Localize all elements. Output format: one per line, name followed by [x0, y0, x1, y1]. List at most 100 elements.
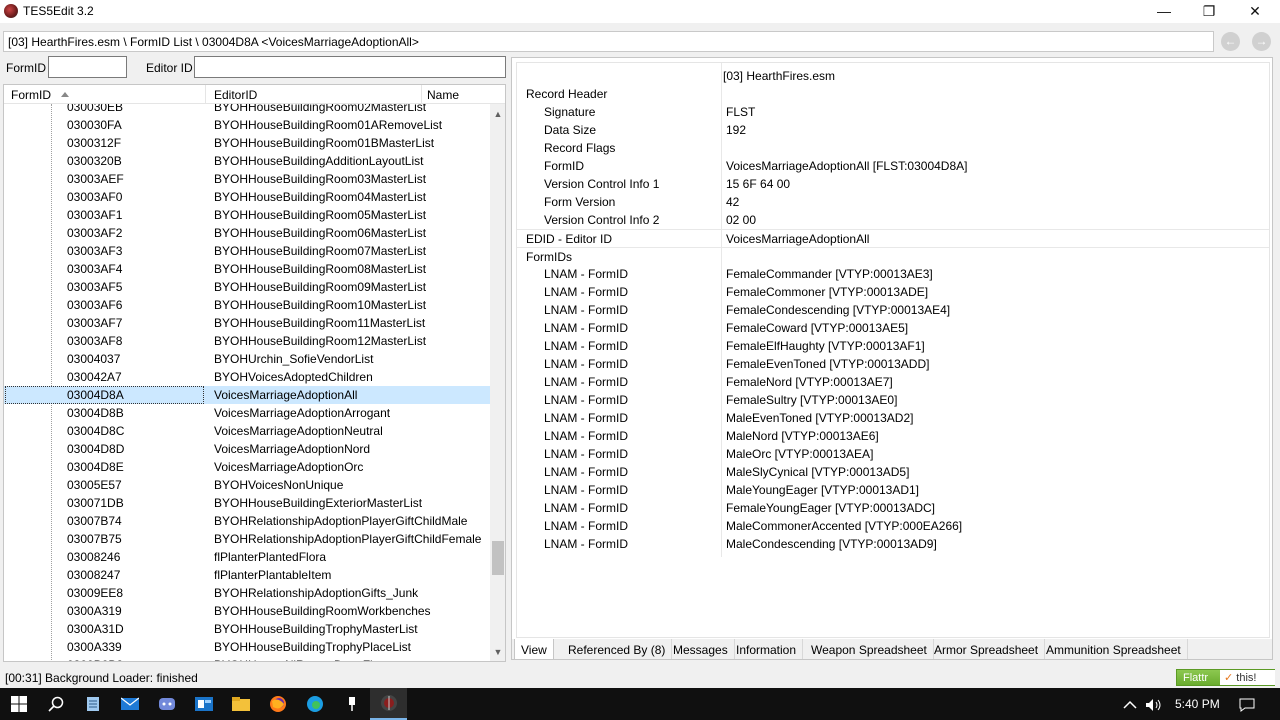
- record-path[interactable]: [03] HearthFires.esm \ FormID List \ 030…: [3, 31, 1214, 52]
- table-row[interactable]: 03003AF7 BYOHHouseBuildingRoom11MasterLis…: [4, 314, 490, 332]
- table-row[interactable]: 0300B0B2 BYOHHouseAllRoomsDoneFlag: [4, 656, 490, 661]
- notepad-icon[interactable]: [74, 688, 111, 720]
- column-header-formid[interactable]: FormID: [11, 88, 51, 102]
- forward-button[interactable]: →: [1252, 32, 1271, 51]
- record-field-row[interactable]: LNAM - FormID FemaleElfHaughty [VTYP:0001…: [517, 337, 1269, 355]
- tab-referenced-by-8[interactable]: Referenced By (8): [562, 639, 673, 659]
- tab-armor-spreadsheet[interactable]: Armor Spreadsheet: [928, 639, 1046, 659]
- record-field-row[interactable]: LNAM - FormID MaleCommonerAccented [VTYP:…: [517, 517, 1269, 535]
- table-row[interactable]: 03003AEF BYOHHouseBuildingRoom03MasterLis…: [4, 170, 490, 188]
- flattr-button[interactable]: Flattr ✓ this!: [1176, 669, 1275, 686]
- scroll-up-icon[interactable]: ▲: [490, 106, 505, 122]
- record-field-row[interactable]: LNAM - FormID FemaleCoward [VTYP:00013AE5…: [517, 319, 1269, 337]
- tab-ammunition-spreadsheet[interactable]: Ammunition Spreadsheet: [1040, 639, 1188, 659]
- record-field-row[interactable]: LNAM - FormID MaleYoungEager [VTYP:00013A…: [517, 481, 1269, 499]
- record-field-row[interactable]: Data Size 192: [517, 121, 1269, 139]
- editorid-filter-input[interactable]: [194, 56, 506, 78]
- table-row[interactable]: 03004D8A VoicesMarriageAdoptionAll: [4, 386, 490, 404]
- record-field-row[interactable]: LNAM - FormID MaleSlyCynical [VTYP:00013A…: [517, 463, 1269, 481]
- record-field-row[interactable]: Record Flags: [517, 139, 1269, 157]
- record-field-row[interactable]: Form Version 42: [517, 193, 1269, 211]
- table-row[interactable]: 030030FA BYOHHouseBuildingRoom01ARemoveLi…: [4, 116, 490, 134]
- table-row[interactable]: 0300A319 BYOHHouseBuildingRoomWorkbenches: [4, 602, 490, 620]
- back-button[interactable]: ←: [1221, 32, 1240, 51]
- column-divider[interactable]: [205, 85, 206, 104]
- pin-icon[interactable]: [333, 688, 370, 720]
- table-row[interactable]: 03004D8C VoicesMarriageAdoptionNeutral: [4, 422, 490, 440]
- table-row[interactable]: 03007B75 BYOHRelationshipAdoptionPlayerGi…: [4, 530, 490, 548]
- clock[interactable]: 5:40 PM: [1175, 688, 1220, 720]
- record-field-row[interactable]: EDID - Editor ID VoicesMarriageAdoptionAl…: [517, 229, 1269, 247]
- record-field-row[interactable]: LNAM - FormID FemaleCommander [VTYP:00013…: [517, 265, 1269, 283]
- table-row[interactable]: 03008246 flPlanterPlantedFlora: [4, 548, 490, 566]
- search-icon[interactable]: [37, 688, 74, 720]
- record-field-row[interactable]: LNAM - FormID FemaleYoungEager [VTYP:0001…: [517, 499, 1269, 517]
- table-row[interactable]: 03004037 BYOHUrchin_SofieVendorList: [4, 350, 490, 368]
- record-field-row[interactable]: LNAM - FormID MaleNord [VTYP:00013AE6]: [517, 427, 1269, 445]
- table-row[interactable]: 03009EE8 BYOHRelationshipAdoptionGifts_Ju…: [4, 584, 490, 602]
- tab-information[interactable]: Information: [730, 639, 804, 659]
- table-row[interactable]: 0300A339 BYOHHouseBuildingTrophyPlaceList: [4, 638, 490, 656]
- record-field-row[interactable]: Version Control Info 2 02 00: [517, 211, 1269, 229]
- table-row[interactable]: 03004D8E VoicesMarriageAdoptionOrc: [4, 458, 490, 476]
- record-field-row[interactable]: LNAM - FormID MaleOrc [VTYP:00013AEA]: [517, 445, 1269, 463]
- record-field-row[interactable]: Record Header: [517, 85, 1269, 103]
- table-row[interactable]: 03003AF8 BYOHHouseBuildingRoom12MasterLis…: [4, 332, 490, 350]
- table-row[interactable]: 03005E57 BYOHVoicesNonUnique: [4, 476, 490, 494]
- table-row[interactable]: 03003AF2 BYOHHouseBuildingRoom06MasterLis…: [4, 224, 490, 242]
- tab-weapon-spreadsheet[interactable]: Weapon Spreadsheet: [805, 639, 934, 659]
- record-field-row[interactable]: FormID VoicesMarriageAdoptionAll [FLST:03…: [517, 157, 1269, 175]
- table-row[interactable]: 0300A31D BYOHHouseBuildingTrophyMasterLis…: [4, 620, 490, 638]
- scrollbar-thumb[interactable]: [492, 541, 504, 575]
- minimize-button[interactable]: —: [1141, 0, 1187, 23]
- record-field-row[interactable]: LNAM - FormID MaleCondescending [VTYP:000…: [517, 535, 1269, 553]
- record-list[interactable]: 030030EB BYOHHouseBuildingRoom02MasterLis…: [3, 84, 506, 662]
- table-row[interactable]: 030071DB BYOHHouseBuildingExteriorMasterL…: [4, 494, 490, 512]
- mail-icon[interactable]: [111, 688, 148, 720]
- table-row[interactable]: 030042A7 BYOHVoicesAdoptedChildren: [4, 368, 490, 386]
- formid-filter-input[interactable]: [48, 56, 127, 78]
- scroll-down-icon[interactable]: ▼: [490, 644, 505, 660]
- record-field-row[interactable]: FormIDs: [517, 247, 1269, 265]
- table-row[interactable]: 03004D8D VoicesMarriageAdoptionNord: [4, 440, 490, 458]
- record-field-row[interactable]: LNAM - FormID FemaleCondescending [VTYP:0…: [517, 301, 1269, 319]
- table-row[interactable]: 0300312F BYOHHouseBuildingRoom01BMasterLi…: [4, 134, 490, 152]
- table-row[interactable]: 0300320B BYOHHouseBuildingAdditionLayoutL…: [4, 152, 490, 170]
- table-row[interactable]: 03003AF0 BYOHHouseBuildingRoom04MasterLis…: [4, 188, 490, 206]
- record-view-grid[interactable]: [03] HearthFires.esm Record Header Signat…: [516, 62, 1270, 638]
- volume-icon[interactable]: [1145, 688, 1163, 720]
- show-hidden-icons[interactable]: [1123, 688, 1137, 720]
- record-field-row[interactable]: LNAM - FormID MaleEvenToned [VTYP:00013AD…: [517, 409, 1269, 427]
- discord-icon[interactable]: [148, 688, 185, 720]
- table-row[interactable]: 03003AF3 BYOHHouseBuildingRoom07MasterLis…: [4, 242, 490, 260]
- table-row[interactable]: 03003AF1 BYOHHouseBuildingRoom05MasterLis…: [4, 206, 490, 224]
- firefox-icon[interactable]: [259, 688, 296, 720]
- column-divider[interactable]: [421, 85, 422, 104]
- notifications-icon[interactable]: [1239, 688, 1255, 720]
- record-field-row[interactable]: LNAM - FormID FemaleNord [VTYP:00013AE7]: [517, 373, 1269, 391]
- row-formid: 03003AEF: [67, 172, 124, 186]
- table-row[interactable]: 03008247 flPlanterPlantableItem: [4, 566, 490, 584]
- column-header-name[interactable]: Name: [427, 88, 459, 102]
- column-header-editorid[interactable]: EditorID: [214, 88, 257, 102]
- table-row[interactable]: 03003AF4 BYOHHouseBuildingRoom08MasterLis…: [4, 260, 490, 278]
- record-field-row[interactable]: LNAM - FormID FemaleSultry [VTYP:00013AE0…: [517, 391, 1269, 409]
- tab-messages[interactable]: Messages: [667, 639, 735, 659]
- record-field-row[interactable]: Signature FLST: [517, 103, 1269, 121]
- close-button[interactable]: ✕: [1232, 0, 1278, 23]
- file-explorer-icon[interactable]: [222, 688, 259, 720]
- record-field-row[interactable]: LNAM - FormID FemaleCommoner [VTYP:00013A…: [517, 283, 1269, 301]
- table-row[interactable]: 03003AF5 BYOHHouseBuildingRoom09MasterLis…: [4, 278, 490, 296]
- outlook-icon[interactable]: [185, 688, 222, 720]
- edge-icon[interactable]: [296, 688, 333, 720]
- table-row[interactable]: 03003AF6 BYOHHouseBuildingRoom10MasterLis…: [4, 296, 490, 314]
- table-row[interactable]: 03004D8B VoicesMarriageAdoptionArrogant: [4, 404, 490, 422]
- record-field-row[interactable]: Version Control Info 1 15 6F 64 00: [517, 175, 1269, 193]
- tes5edit-taskbar-icon[interactable]: [370, 688, 407, 720]
- record-field-row[interactable]: LNAM - FormID FemaleEvenToned [VTYP:00013…: [517, 355, 1269, 373]
- windows-start-icon[interactable]: [0, 688, 37, 720]
- table-row[interactable]: 03007B74 BYOHRelationshipAdoptionPlayerGi…: [4, 512, 490, 530]
- tab-view[interactable]: View: [514, 639, 554, 659]
- restore-button[interactable]: ❐: [1186, 0, 1232, 23]
- list-scrollbar[interactable]: ▲ ▼: [490, 104, 505, 661]
